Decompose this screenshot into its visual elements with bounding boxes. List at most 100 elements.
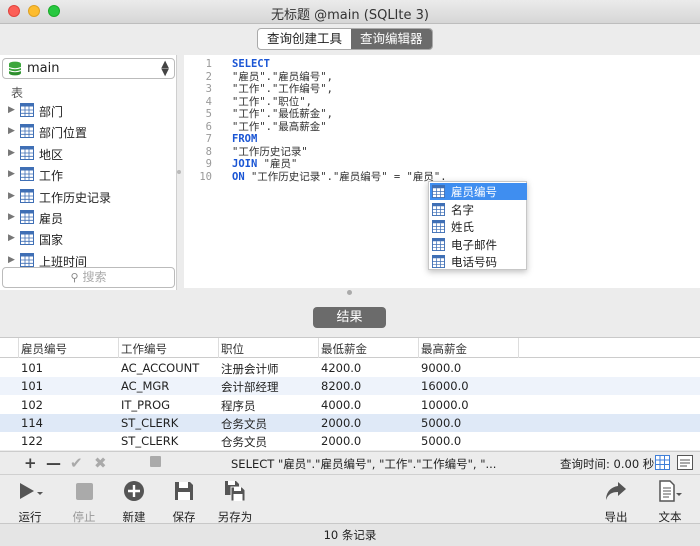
sql-text: "雇员" — [257, 158, 298, 170]
line-number: 2 — [205, 70, 212, 83]
autocomplete-item[interactable]: 电子邮件 — [430, 236, 527, 253]
autocomplete-item[interactable]: 名字 — [430, 201, 527, 218]
table-cell[interactable]: 仓务文员 — [221, 434, 267, 450]
add-row-icon[interactable]: + — [24, 454, 37, 472]
grid-header: 雇员编号 工作编号 职位 最低薪金 最高薪金 — [0, 338, 700, 358]
table-row[interactable]: 122 ST_CLERK 仓务文员 2000.0 5000.0 — [0, 432, 700, 450]
table-cell[interactable]: 8200.0 — [321, 379, 361, 393]
disclosure-triangle-icon[interactable]: ▶ — [8, 126, 15, 136]
title-bar: 无标题 @main (SQLIte 3) — [0, 0, 700, 24]
discard-icon[interactable]: ✖ — [94, 454, 107, 472]
table-cell[interactable]: 5000.0 — [421, 434, 461, 448]
table-row[interactable]: 114 ST_CLERK 仓务文员 2000.0 5000.0 — [0, 413, 700, 432]
table-cell[interactable]: 101 — [21, 379, 43, 393]
sidebar: main ▲ ▼ 表 ▶ 部门 ▶ 部门位置 ▶ 地区 ▶ 工作 ▶ 工作历史记录 ▶ 雇员 ▶ 国家 ▶ 上班… — [0, 55, 177, 290]
sidebar-table-item[interactable]: ▶ 部门位置 — [0, 121, 176, 142]
sidebar-table-item[interactable]: ▶ 工作 — [0, 164, 176, 185]
sql-text: "雇员"."雇员编号", — [232, 70, 333, 83]
sidebar-table-item[interactable]: ▶ 地区 — [0, 143, 176, 164]
table-cell[interactable]: 2000.0 — [321, 416, 361, 430]
table-cell[interactable]: AC_MGR — [121, 379, 169, 393]
table-cell[interactable]: ST_CLERK — [121, 434, 178, 448]
table-cell[interactable]: 114 — [21, 416, 43, 430]
disclosure-triangle-icon[interactable]: ▶ — [8, 105, 15, 115]
commit-icon[interactable]: ✔ — [70, 454, 83, 472]
new-button[interactable]: 新建 — [111, 479, 157, 525]
save-button[interactable]: 保存 — [161, 479, 207, 525]
sidebar-table-item[interactable]: ▶ 国家 — [0, 228, 176, 249]
delete-row-icon[interactable]: — — [46, 454, 61, 472]
sidebar-table-item[interactable]: ▶ 雇员 — [0, 207, 176, 228]
table-cell[interactable]: 5000.0 — [421, 416, 461, 430]
table-cell[interactable]: 9000.0 — [421, 361, 461, 375]
code-line: "工作"."最低薪金", — [232, 108, 333, 121]
sidebar-search-field[interactable]: ⚲ 搜索 — [2, 267, 175, 288]
sql-text: "工作历史记录" — [232, 145, 308, 158]
disclosure-triangle-icon[interactable]: ▶ — [8, 191, 15, 201]
table-row[interactable]: 102 IT_PROG 程序员 4000.0 10000.0 — [0, 396, 700, 414]
autocomplete-label: 雇员编号 — [451, 185, 497, 199]
table-cell[interactable]: 程序员 — [221, 398, 256, 414]
table-row[interactable]: 101 AC_MGR 会计部经理 8200.0 16000.0 — [0, 377, 700, 396]
table-cell[interactable]: IT_PROG — [121, 398, 170, 412]
table-cell[interactable]: 101 — [21, 361, 43, 375]
autocomplete-label: 名字 — [451, 202, 474, 217]
table-cell[interactable]: 122 — [21, 434, 43, 448]
database-icon — [8, 61, 22, 76]
grid-toolbar: + — ✔ ✖ SELECT "雇员"."雇员编号", "工作"."工作编号",… — [0, 451, 700, 473]
code-line: JOIN "雇员" — [232, 158, 297, 171]
disclosure-triangle-icon[interactable]: ▶ — [8, 148, 15, 158]
line-number: 5 — [205, 108, 212, 120]
autocomplete-label: 姓氏 — [451, 220, 474, 234]
table-cell[interactable]: 16000.0 — [421, 379, 469, 393]
disclosure-triangle-icon[interactable]: ▶ — [8, 255, 15, 265]
table-cell[interactable]: 会计部经理 — [221, 379, 279, 395]
run-button[interactable]: 运行 — [7, 479, 53, 525]
stop-icon[interactable] — [150, 456, 161, 467]
export-button[interactable]: 导出 — [593, 479, 639, 525]
autocomplete-item[interactable]: 姓氏 — [430, 218, 527, 235]
code-line: "雇员"."雇员编号", — [232, 71, 333, 84]
sql-text: "工作"."最高薪金" — [232, 120, 327, 133]
splitter-handle[interactable] — [177, 170, 181, 174]
column-header[interactable]: 雇员编号 — [21, 341, 67, 357]
column-header[interactable]: 职位 — [221, 341, 244, 357]
autocomplete-item[interactable]: 电话号码 — [430, 253, 527, 270]
table-cell[interactable]: AC_ACCOUNT — [121, 361, 199, 375]
document-icon — [659, 480, 682, 502]
stop-button[interactable]: 停止 — [61, 479, 107, 525]
tab-query-editor[interactable]: 查询编辑器 — [351, 29, 432, 49]
grid-view-icon[interactable] — [655, 455, 670, 470]
results-button[interactable]: 结果 — [313, 307, 386, 328]
column-icon — [432, 255, 445, 268]
query-time: 查询时间: 0.00 秒 — [560, 457, 655, 471]
disclosure-triangle-icon[interactable]: ▶ — [8, 212, 15, 222]
table-cell[interactable]: 102 — [21, 398, 43, 412]
column-header[interactable]: 工作编号 — [121, 341, 167, 357]
text-button[interactable]: 文本 — [647, 479, 693, 525]
sidebar-table-item[interactable]: ▶ 工作历史记录 — [0, 186, 176, 207]
table-cell[interactable]: 4200.0 — [321, 361, 361, 375]
table-cell[interactable]: 注册会计师 — [221, 361, 279, 377]
autocomplete-item[interactable]: 雇员编号 — [430, 183, 527, 200]
sql-keyword: ON — [232, 170, 245, 183]
column-header[interactable]: 最高薪金 — [421, 341, 467, 357]
table-name: 工作 — [39, 169, 64, 184]
sidebar-table-item[interactable]: ▶ 部门 — [0, 100, 176, 121]
save-as-button[interactable]: 另存为 — [212, 479, 258, 525]
disclosure-triangle-icon[interactable]: ▶ — [8, 233, 15, 243]
column-header[interactable]: 最低薪金 — [321, 341, 367, 357]
table-name: 国家 — [39, 233, 64, 248]
text-view-icon[interactable] — [677, 455, 693, 470]
table-cell[interactable]: 4000.0 — [321, 398, 361, 412]
table-cell[interactable]: 仓务文员 — [221, 416, 267, 432]
database-selector[interactable]: main ▲ ▼ — [2, 58, 175, 79]
table-icon — [20, 145, 34, 160]
table-cell[interactable]: 10000.0 — [421, 398, 469, 412]
pane-splitter-handle[interactable] — [347, 290, 352, 295]
table-cell[interactable]: ST_CLERK — [121, 416, 178, 430]
table-row[interactable]: 101 AC_ACCOUNT 注册会计师 4200.0 9000.0 — [0, 359, 700, 377]
disclosure-triangle-icon[interactable]: ▶ — [8, 169, 15, 179]
tab-query-builder[interactable]: 查询创建工具 — [258, 29, 351, 49]
table-cell[interactable]: 2000.0 — [321, 434, 361, 448]
